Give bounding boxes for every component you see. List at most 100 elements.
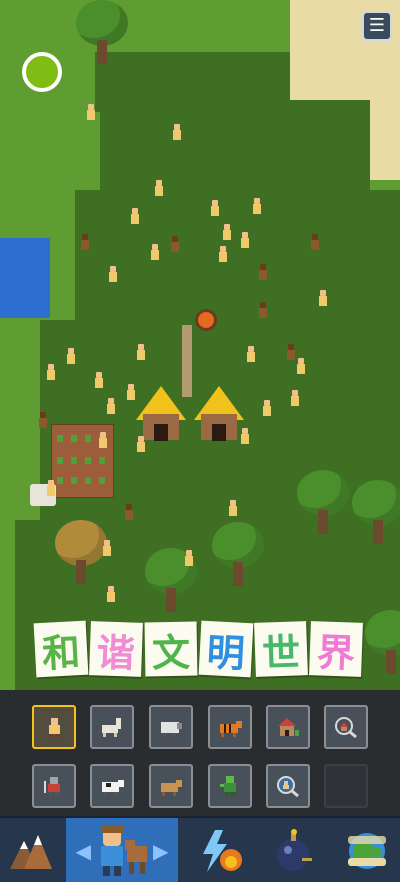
villager[interactable]: [124, 504, 134, 520]
villager[interactable]: [136, 344, 146, 360]
title-char: 和: [33, 620, 89, 678]
sheep-slot[interactable]: [149, 705, 193, 749]
cow-icon: [102, 780, 124, 796]
house-slot[interactable]: [266, 705, 310, 749]
villager[interactable]: [246, 346, 256, 362]
knight-icon: [44, 777, 60, 796]
title-char: 世: [254, 621, 308, 677]
forest-area-3: [75, 190, 400, 325]
lightning-fire-icon: [203, 830, 242, 872]
scroll-globe-icon: [348, 833, 386, 869]
villager[interactable]: [172, 124, 182, 140]
villager[interactable]: [154, 180, 164, 196]
tree: [352, 480, 400, 544]
chevron-left-icon[interactable]: ◀: [76, 839, 91, 863]
villager[interactable]: [106, 398, 116, 414]
cow-slot[interactable]: [90, 764, 134, 808]
villager[interactable]: [252, 198, 262, 214]
knight-slot[interactable]: [32, 764, 76, 808]
hamburger-menu-icon: ☰: [368, 15, 386, 36]
magnifier-house-icon: [335, 717, 357, 738]
villager[interactable]: [106, 586, 116, 602]
lake: [0, 238, 50, 318]
villager[interactable]: [286, 344, 296, 360]
terrain-tab[interactable]: [0, 818, 62, 882]
inspect-unit-slot[interactable]: [266, 764, 310, 808]
inspect-village-slot[interactable]: [324, 705, 368, 749]
villager[interactable]: [38, 412, 48, 428]
villager[interactable]: [296, 358, 306, 374]
powers-tab[interactable]: [182, 818, 256, 882]
menu-button[interactable]: ☰: [362, 11, 392, 41]
villager[interactable]: [240, 428, 250, 444]
tree: [365, 610, 400, 674]
bottom-nav: ◀ ▶: [0, 816, 400, 882]
villager[interactable]: [210, 200, 220, 216]
palm-tree: [322, 0, 350, 60]
villager-cow-icon: [101, 826, 147, 876]
bear-slot[interactable]: [149, 764, 193, 808]
title-char: 界: [309, 621, 363, 677]
villager[interactable]: [262, 400, 272, 416]
villager[interactable]: [170, 236, 180, 252]
villager[interactable]: [46, 480, 56, 496]
villager[interactable]: [258, 302, 268, 318]
villager[interactable]: [46, 364, 56, 380]
village-hut[interactable]: [136, 386, 186, 441]
villager[interactable]: [86, 104, 96, 120]
title-char: 文: [144, 621, 198, 677]
villager[interactable]: [228, 500, 238, 516]
villager[interactable]: [126, 384, 136, 400]
human-icon: [49, 718, 60, 737]
creatures-tab[interactable]: ◀ ▶: [66, 818, 178, 882]
llama-slot[interactable]: [90, 705, 134, 749]
tree: [297, 470, 349, 534]
sheep-icon: [161, 722, 182, 737]
tree: [212, 522, 264, 586]
tiger-icon: [220, 721, 242, 737]
village-hut[interactable]: [194, 386, 244, 441]
bombs-tab[interactable]: [260, 818, 330, 882]
forest-area-2: [100, 100, 370, 200]
villager[interactable]: [94, 372, 104, 388]
empty-slot: [324, 764, 368, 808]
tree: [76, 0, 128, 64]
villager[interactable]: [108, 266, 118, 282]
human-slot[interactable]: [32, 705, 76, 749]
villager[interactable]: [290, 390, 300, 406]
bomb-icon: [277, 829, 312, 871]
villager[interactable]: [218, 246, 228, 262]
magnifier-icon: [277, 776, 299, 797]
villager[interactable]: [66, 348, 76, 364]
world-map[interactable]: [0, 0, 400, 690]
villager[interactable]: [318, 290, 328, 306]
tree: [55, 520, 107, 584]
title-char: 谐: [89, 621, 143, 677]
villager[interactable]: [130, 208, 140, 224]
title-char: 明: [198, 620, 254, 678]
location-indicator[interactable]: [22, 52, 62, 92]
mountain-icon: [10, 835, 52, 869]
villager[interactable]: [184, 550, 194, 566]
house-icon: [278, 718, 299, 736]
villager[interactable]: [222, 224, 232, 240]
zombie-slot[interactable]: [208, 764, 252, 808]
tiger-slot[interactable]: [208, 705, 252, 749]
villager[interactable]: [150, 244, 160, 260]
villager[interactable]: [80, 234, 90, 250]
chevron-right-icon[interactable]: ▶: [153, 839, 168, 863]
campfire: [198, 312, 214, 328]
creature-toolbar: [0, 690, 400, 816]
villager[interactable]: [240, 232, 250, 248]
bear-icon: [161, 780, 182, 796]
villager[interactable]: [102, 540, 112, 556]
title-banner: 和 谐 文 明 世 界: [33, 620, 363, 678]
villager[interactable]: [258, 264, 268, 280]
villager[interactable]: [310, 234, 320, 250]
game-screen: ☰ 和 谐 文 明 世 界 ◀ ▶: [0, 0, 400, 882]
zombie-icon: [220, 776, 236, 796]
villager[interactable]: [136, 436, 146, 452]
llama-icon: [102, 718, 121, 737]
villager[interactable]: [98, 432, 108, 448]
world-laws-tab[interactable]: [334, 818, 400, 882]
